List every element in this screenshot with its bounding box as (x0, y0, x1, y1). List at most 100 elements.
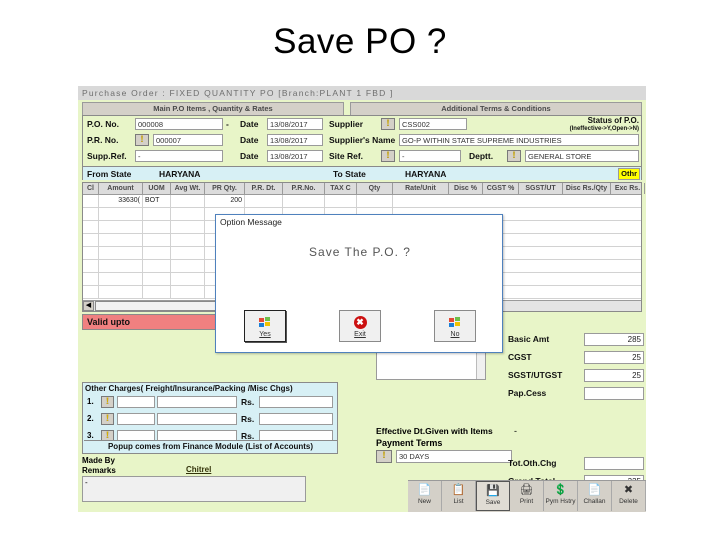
cell-qty[interactable] (357, 195, 393, 207)
remarks-textarea[interactable]: - (82, 476, 306, 502)
cell-cl[interactable] (83, 221, 99, 233)
dept-lookup-button[interactable]: ! (507, 150, 521, 162)
cell-cl[interactable] (83, 247, 99, 259)
supp-ref-date-input[interactable]: 13/08/2017 (267, 150, 323, 162)
cell-cl[interactable] (83, 208, 99, 220)
pr-no-lookup-button[interactable]: ! (135, 134, 149, 146)
cell-avg-wt[interactable] (171, 234, 205, 246)
cell-amount[interactable] (99, 221, 143, 233)
table-row[interactable]: 33630( BOT 200 (83, 195, 641, 208)
other-charge-row-2-amount[interactable] (259, 413, 333, 425)
cell-avg-wt[interactable] (171, 247, 205, 259)
cell-cl[interactable] (83, 195, 99, 207)
cell-avg-wt[interactable] (171, 208, 205, 220)
supplier-lookup-button[interactable]: ! (381, 118, 395, 130)
po-no-input[interactable]: 000008 (135, 118, 223, 130)
cell-cl[interactable] (83, 273, 99, 285)
other-state-badge[interactable]: Othr (618, 168, 640, 180)
cell-amount[interactable] (99, 260, 143, 272)
toolbar-payment-history-button[interactable]: 💲 Pym Hstry (544, 481, 578, 511)
other-charge-row-1-desc[interactable] (157, 396, 237, 408)
grid-col-exc-rs[interactable]: Exc Rs. (611, 183, 645, 194)
other-charge-row-2-code[interactable] (117, 413, 155, 425)
made-by-user[interactable]: Chitrel (186, 465, 211, 474)
toolbar-challan-button[interactable]: 📄 Challan (578, 481, 612, 511)
cell-uom[interactable] (143, 260, 171, 272)
cell-amount[interactable] (99, 286, 143, 298)
dialog-exit-button[interactable]: ✖ Exit (339, 310, 381, 342)
grid-col-tax-c[interactable]: TAX C (325, 183, 357, 194)
cell-tax-c[interactable] (325, 195, 357, 207)
total-value-pap-cess[interactable] (584, 387, 644, 400)
cell-avg-wt[interactable] (171, 195, 205, 207)
other-charge-row-1-amount[interactable] (259, 396, 333, 408)
toolbar-list-button[interactable]: 📋 List (442, 481, 476, 511)
total-value-cgst[interactable]: 25 (584, 351, 644, 364)
cell-uom[interactable] (143, 234, 171, 246)
grid-col-rate-unit[interactable]: Rate/Unit (393, 183, 449, 194)
supplier-name-input[interactable]: GO-P WITHIN STATE SUPREME INDUSTRIES (399, 134, 639, 146)
site-ref-lookup-button[interactable]: ! (381, 150, 395, 162)
cell-avg-wt[interactable] (171, 273, 205, 285)
cell-uom[interactable]: BOT (143, 195, 171, 207)
cell-avg-wt[interactable] (171, 286, 205, 298)
other-charge-row-2-desc[interactable] (157, 413, 237, 425)
toolbar-print-button[interactable]: 🖨 Print (510, 481, 544, 511)
cell-cl[interactable] (83, 234, 99, 246)
po-date-input[interactable]: 13/08/2017 (267, 118, 323, 130)
other-charge-row-1-lookup[interactable]: ! (101, 396, 114, 408)
supp-ref-input[interactable]: - (135, 150, 223, 162)
grid-col-uom[interactable]: UOM (143, 183, 171, 194)
cell-uom[interactable] (143, 208, 171, 220)
toolbar-new-button[interactable]: 📄 New (408, 481, 442, 511)
cell-uom[interactable] (143, 286, 171, 298)
payment-terms-input[interactable]: 30 DAYS (396, 450, 512, 463)
dialog-yes-button[interactable]: Yes (244, 310, 286, 342)
pr-date-input[interactable]: 13/08/2017 (267, 134, 323, 146)
cell-pr-dt[interactable] (245, 195, 283, 207)
dialog-no-button[interactable]: No (434, 310, 476, 342)
toolbar-save-button[interactable]: 💾 Save (476, 481, 510, 511)
cell-pr-no[interactable] (283, 195, 325, 207)
cell-uom[interactable] (143, 247, 171, 259)
tab-additional-terms[interactable]: Additional Terms & Conditions (350, 102, 642, 115)
grid-col-cgst-pct[interactable]: CGST % (483, 183, 519, 194)
total-value-basic-amt[interactable]: 285 (584, 333, 644, 346)
supplier-code-input[interactable]: CSS002 (399, 118, 467, 130)
pr-no-input[interactable]: 000007 (153, 134, 223, 146)
dept-input[interactable]: GENERAL STORE (525, 150, 639, 162)
grid-col-disc-pct[interactable]: Disc % (449, 183, 483, 194)
total-value-sgst[interactable]: 25 (584, 369, 644, 382)
other-charge-row-1-code[interactable] (117, 396, 155, 408)
cell-cl[interactable] (83, 286, 99, 298)
tab-main-po-items[interactable]: Main P.O Items , Quantity & Rates (82, 102, 344, 115)
grid-col-avg-wt[interactable]: Avg Wt. (171, 183, 205, 194)
grid-col-pr-dt[interactable]: P.R. Dt. (245, 183, 283, 194)
toolbar-delete-button[interactable]: ✖ Delete (612, 481, 646, 511)
scroll-left-arrow-icon[interactable]: ◀ (83, 301, 94, 311)
cell-amount[interactable]: 33630( (99, 195, 143, 207)
cell-amount[interactable] (99, 208, 143, 220)
grid-col-disc-rs-qty[interactable]: Disc Rs./Qty (563, 183, 611, 194)
cell-avg-wt[interactable] (171, 221, 205, 233)
grid-col-amount[interactable]: Amount (99, 183, 143, 194)
cell-avg-wt[interactable] (171, 260, 205, 272)
cell-uom[interactable] (143, 273, 171, 285)
grid-col-sgst-ut[interactable]: SGST/UT (519, 183, 563, 194)
cell-amount[interactable] (99, 273, 143, 285)
grid-col-pr-qty[interactable]: PR Qty. (205, 183, 245, 194)
grid-col-pr-no[interactable]: P.R.No. (283, 183, 325, 194)
grid-col-e[interactable]: E (645, 183, 646, 194)
warning-bang-icon: ! (140, 134, 144, 144)
total-value-tot-oth-chg[interactable] (584, 457, 644, 470)
payment-terms-lookup-button[interactable]: ! (376, 450, 392, 463)
cell-amount[interactable] (99, 247, 143, 259)
other-charge-row-2-lookup[interactable]: ! (101, 413, 114, 425)
cell-pr-qty[interactable]: 200 (205, 195, 245, 207)
site-ref-input[interactable]: - (399, 150, 461, 162)
grid-col-cl[interactable]: Cl (83, 183, 99, 194)
grid-col-qty[interactable]: Qty (357, 183, 393, 194)
cell-amount[interactable] (99, 234, 143, 246)
cell-uom[interactable] (143, 221, 171, 233)
cell-cl[interactable] (83, 260, 99, 272)
